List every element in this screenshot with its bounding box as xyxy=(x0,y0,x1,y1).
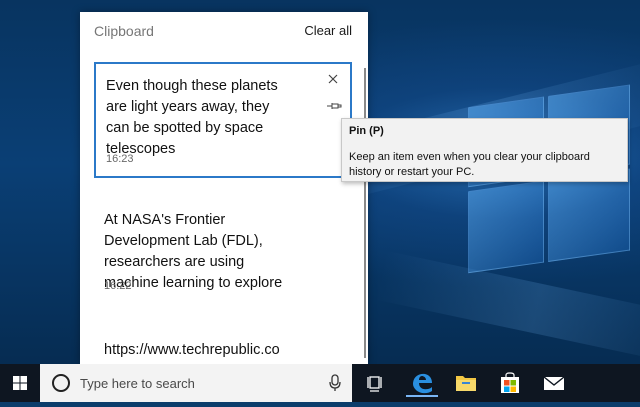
tooltip-body: Keep an item even when you clear your cl… xyxy=(349,151,590,178)
task-view-icon xyxy=(367,376,382,392)
clipboard-item-text: https://www.techrepublic.com/article/hun… xyxy=(104,342,290,364)
pin-tooltip: Pin (P) Keep an item even when you clear… xyxy=(341,118,628,182)
edge-icon xyxy=(413,373,432,394)
clipboard-header: Clipboard Clear all xyxy=(80,12,368,52)
active-indicator xyxy=(406,395,438,397)
windows-start-icon xyxy=(13,376,27,390)
task-view-button[interactable] xyxy=(360,369,392,397)
clipboard-item-text: Even though these planets are light year… xyxy=(106,78,278,157)
taskbar: Type here to search xyxy=(0,364,640,402)
clipboard-item[interactable]: https://www.techrepublic.com/article/hun… xyxy=(94,328,352,364)
store-button[interactable] xyxy=(494,369,526,397)
cortana-icon xyxy=(52,374,70,392)
tooltip-title: Pin (P) xyxy=(349,125,384,137)
edge-button[interactable] xyxy=(406,369,438,397)
clipboard-title: Clipboard xyxy=(94,23,154,39)
start-button[interactable] xyxy=(0,364,40,402)
clipboard-item-time: 16:23 xyxy=(106,153,134,165)
file-explorer-icon xyxy=(456,376,476,391)
store-icon xyxy=(501,372,519,393)
clear-all-button[interactable]: Clear all xyxy=(304,23,352,38)
microphone-icon[interactable] xyxy=(328,374,342,392)
mail-icon xyxy=(543,376,565,390)
clipboard-item[interactable]: Even though these planets are light year… xyxy=(94,62,352,178)
taskbar-search-box[interactable]: Type here to search xyxy=(40,364,352,402)
clipboard-panel: Clipboard Clear all Even though these pl… xyxy=(80,12,368,364)
mail-button[interactable] xyxy=(538,369,570,397)
clipboard-item-time: 16:22 xyxy=(104,280,132,292)
search-placeholder: Type here to search xyxy=(80,376,195,391)
pin-icon[interactable] xyxy=(326,100,342,112)
close-icon[interactable] xyxy=(326,72,340,86)
file-explorer-button[interactable] xyxy=(450,369,482,397)
scrollbar[interactable] xyxy=(364,68,366,358)
clipboard-item-text: At NASA's Frontier Development Lab (FDL)… xyxy=(104,212,283,291)
clipboard-item[interactable]: At NASA's Frontier Development Lab (FDL)… xyxy=(94,198,352,308)
